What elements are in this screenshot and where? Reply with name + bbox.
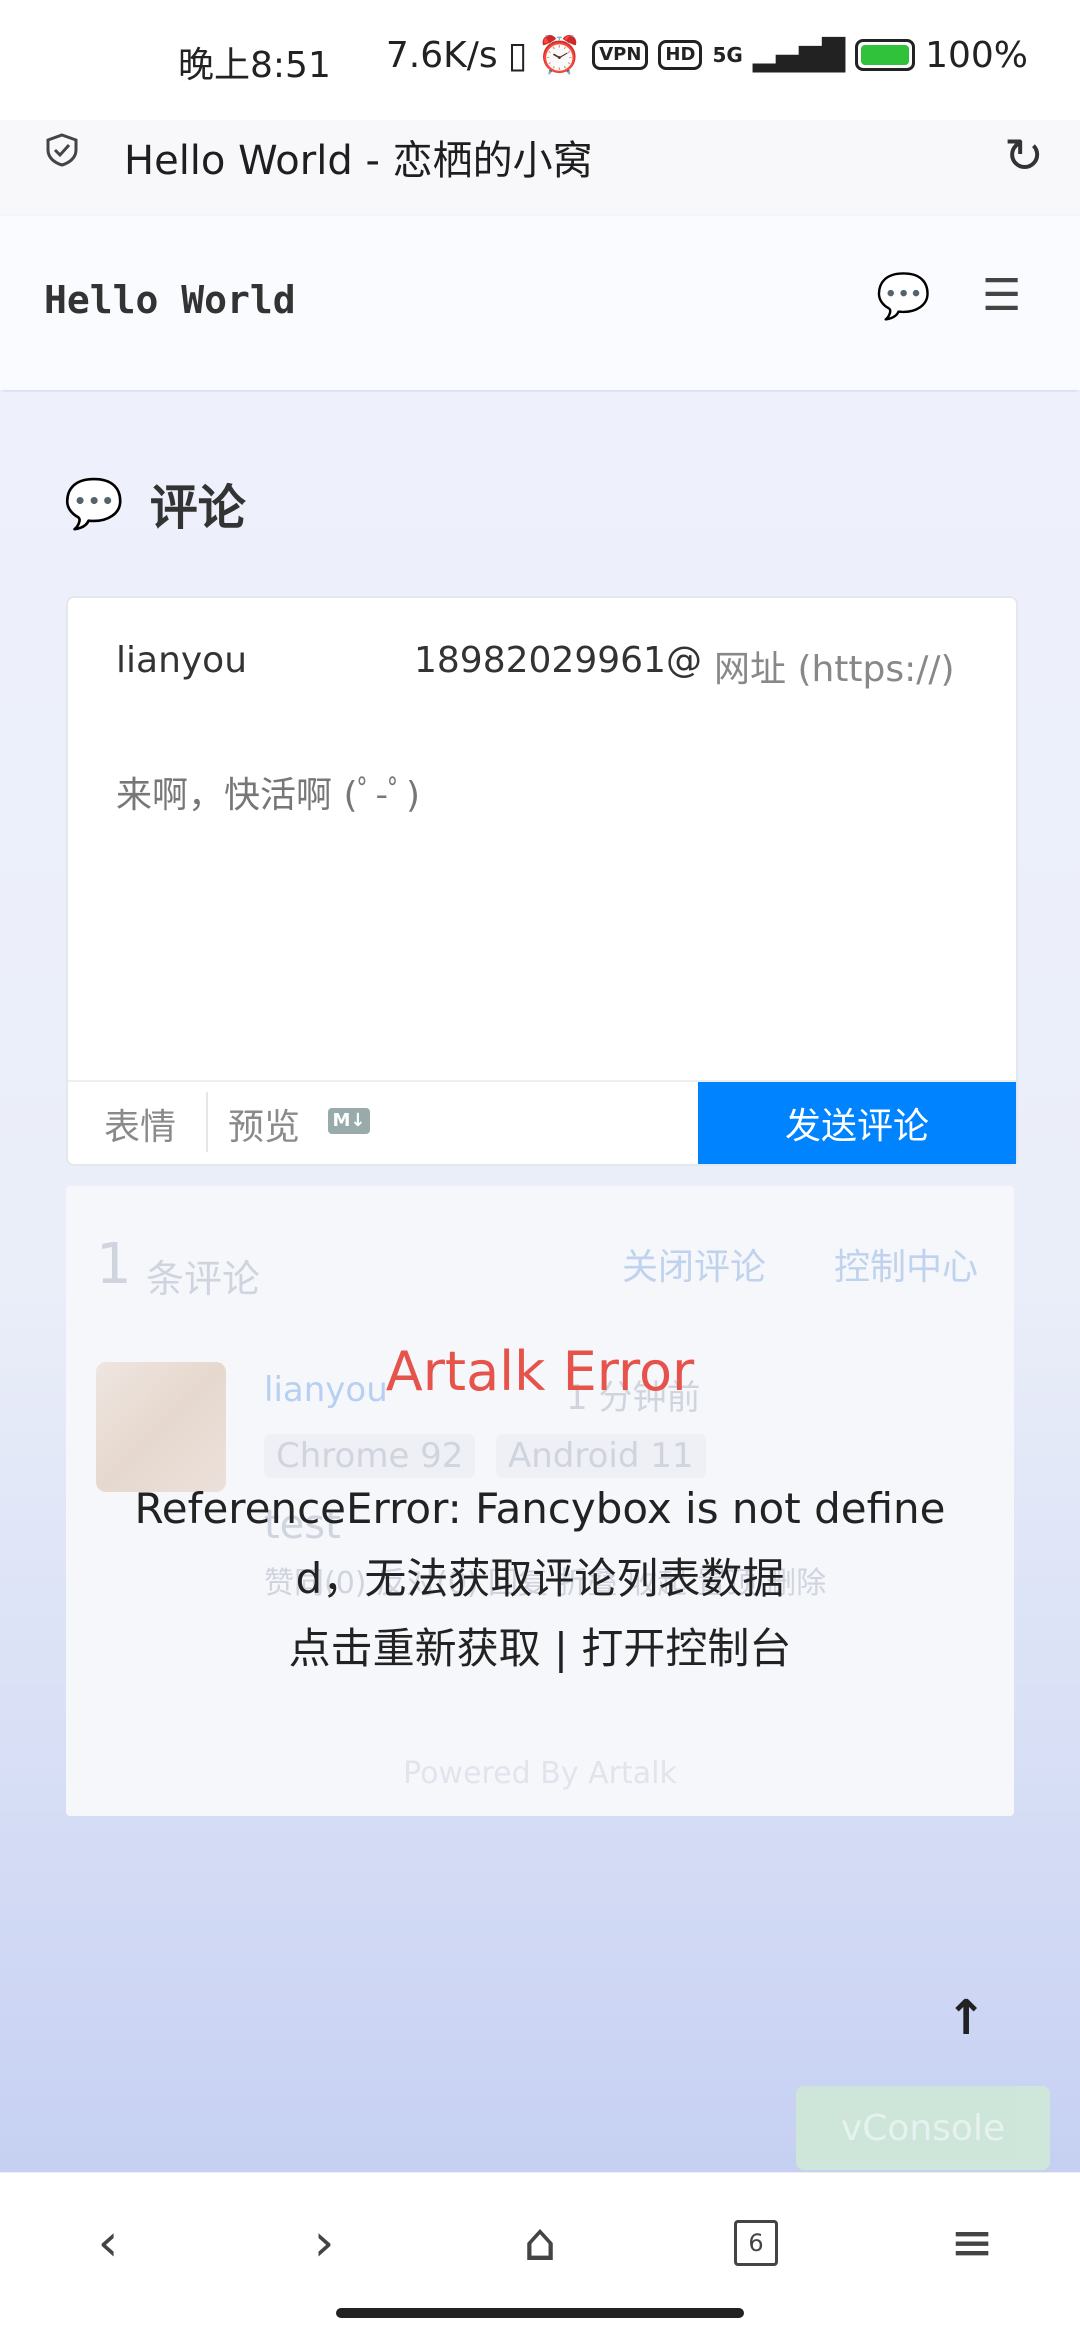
reload-icon[interactable]: ↻ [1004,128,1044,184]
powered-by: Powered By Artalk [403,1756,677,1791]
os-badge: Android 11 [496,1434,706,1478]
comment-toolbar: 表情 预览 M↓ 发送评论 [68,1080,1016,1164]
tabs-count: 6 [734,2220,778,2266]
forward-icon[interactable]: › [284,2203,364,2283]
network-type: 5G [712,43,743,67]
comments-section-title: 💬 评论 [64,468,246,538]
vpn-icon: VPN [592,40,649,70]
status-icons: 7.6K/s ▯ ⏰ VPN HD 5G ▂▄▆█ 100% [385,34,1028,77]
status-bar: 晚上8:51 7.6K/s ▯ ⏰ VPN HD 5G ▂▄▆█ 100% [0,0,1080,120]
emoji-button[interactable]: 表情 [104,1098,176,1150]
toolbar-divider [206,1092,208,1152]
menu-icon[interactable]: ≡ [932,2203,1012,2283]
browser-badge: Chrome 92 [264,1434,476,1478]
error-message: ReferenceError: Fancybox is not define d… [134,1474,946,1684]
url-field[interactable]: 网址 (https://) [714,640,955,692]
error-title: Artalk Error [385,1340,695,1403]
comments-icon[interactable]: 💬 [876,270,931,322]
error-actions[interactable]: 点击重新获取 | 打开控制台 [134,1614,946,1684]
list-menu-icon[interactable]: ☰ [982,270,1021,321]
browser-title-bar: Hello World - 恋栖的小窝 ↻ [0,120,1080,216]
comment-textarea[interactable]: 来啊，快活啊 (ﾟ-ﾟ) [116,766,420,818]
close-comments-link[interactable]: 关闭评论 [622,1238,766,1290]
battery-level: 100% [925,34,1028,76]
comment-count-label: 条评论 [146,1257,261,1301]
signal-icon: ▂▄▆█ [752,37,846,73]
comment-form: lianyou 18982029961@ 网址 (https://) 来啊，快活… [66,596,1018,1166]
error-line-2: d，无法获取评论列表数据 [295,1554,785,1603]
markdown-icon: M↓ [328,1108,370,1134]
comments-icon: 💬 [64,475,124,532]
site-name[interactable]: Hello World [44,278,296,322]
back-icon[interactable]: ‹ [68,2203,148,2283]
error-line-1: ReferenceError: Fancybox is not define [134,1484,946,1533]
name-field[interactable]: lianyou [116,640,266,681]
page-title[interactable]: Hello World - 恋栖的小窝 [124,128,593,186]
battery-icon [855,39,916,71]
back-to-top-button[interactable]: ↑ [946,1990,986,2046]
control-center-link[interactable]: 控制中心 [834,1238,978,1290]
tabs-button[interactable]: 6 [716,2203,796,2283]
shield-check-icon[interactable] [44,132,80,168]
send-comment-button[interactable]: 发送评论 [698,1082,1016,1164]
status-time: 晚上8:51 [178,45,331,86]
email-field[interactable]: 18982029961@ [414,640,736,681]
home-icon[interactable]: ⌂ [500,2203,580,2283]
vibrate-icon: ▯ [507,34,528,76]
preview-button[interactable]: 预览 [228,1098,300,1150]
comment-count: 1 [96,1232,132,1297]
section-title-text: 评论 [149,480,246,536]
home-indicator [336,2308,744,2318]
vconsole-button[interactable]: vConsole [796,2086,1050,2170]
network-speed: 7.6K/s [385,34,498,76]
hd-icon: HD [658,40,703,70]
site-header: Hello World 💬 ☰ [0,216,1080,390]
alarm-icon: ⏰ [537,35,583,76]
